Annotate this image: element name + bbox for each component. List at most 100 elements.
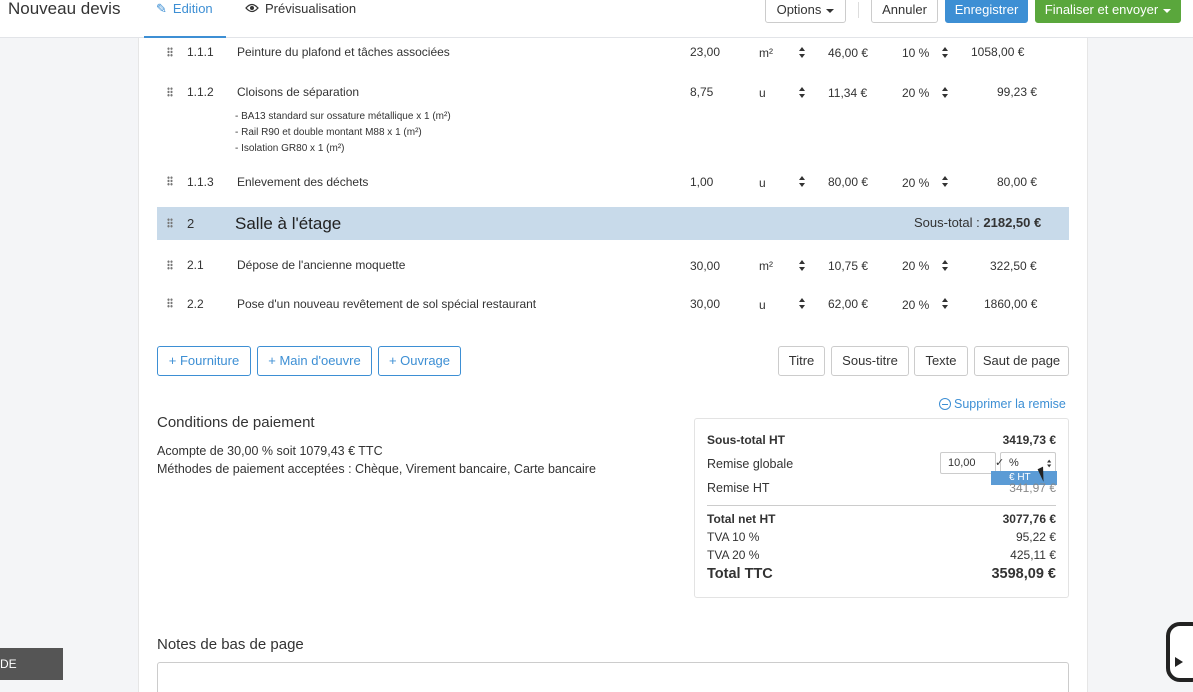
line-quantity[interactable]: 23,00 bbox=[690, 45, 720, 59]
pencil-icon: ✎ bbox=[156, 1, 167, 16]
options-button[interactable]: Options bbox=[765, 0, 846, 23]
line-label[interactable]: Cloisons de séparation bbox=[237, 85, 359, 99]
page-title: Nouveau devis bbox=[8, 0, 121, 18]
drag-handle-icon[interactable] bbox=[167, 298, 173, 308]
select-arrows-icon[interactable] bbox=[942, 87, 949, 98]
line-unit-price[interactable]: 10,75 € bbox=[828, 259, 868, 273]
remove-discount-label: Supprimer la remise bbox=[954, 397, 1066, 411]
tab-edition-label: Edition bbox=[172, 1, 213, 16]
line-label[interactable]: Dépose de l'ancienne moquette bbox=[237, 258, 405, 272]
line-number: 1.1.2 bbox=[187, 85, 214, 99]
line-vat[interactable]: 20 % bbox=[902, 86, 929, 100]
payment-methods: Méthodes de paiement acceptées : Chèque,… bbox=[157, 462, 596, 476]
add-ouvrage-button[interactable]: + Ouvrage bbox=[378, 346, 461, 376]
line-unit[interactable]: m² bbox=[759, 259, 773, 273]
save-button[interactable]: Enregistrer bbox=[945, 0, 1028, 23]
cancel-button[interactable]: Annuler bbox=[871, 0, 938, 23]
vat10-label: TVA 10 % bbox=[707, 530, 760, 544]
select-arrows-icon[interactable] bbox=[799, 176, 806, 187]
minus-circle-icon bbox=[939, 398, 951, 410]
finalize-send-button[interactable]: Finaliser et envoyer bbox=[1035, 0, 1181, 23]
discount-amount-input[interactable]: 10,00 bbox=[940, 452, 996, 474]
line-vat[interactable]: 10 % bbox=[902, 46, 929, 60]
add-subtitle-button[interactable]: Sous-titre bbox=[831, 346, 909, 376]
add-title-button[interactable]: Titre bbox=[778, 346, 825, 376]
payment-deposit: Acompte de 30,00 % soit 1079,43 € TTC bbox=[157, 444, 383, 458]
total-ttc-label: Total TTC bbox=[707, 566, 773, 582]
tab-edition[interactable]: ✎ Edition bbox=[144, 1, 226, 38]
options-label: Options bbox=[776, 2, 822, 17]
line-total: 80,00 € bbox=[997, 175, 1038, 189]
line-vat[interactable]: 20 % bbox=[902, 298, 929, 312]
line-label[interactable]: Peinture du plafond et tâches associées bbox=[237, 45, 450, 59]
select-arrows-icon[interactable] bbox=[799, 47, 806, 58]
line-number: 2.2 bbox=[187, 297, 204, 311]
tab-preview[interactable]: Prévisualisation bbox=[245, 1, 356, 38]
drag-handle-icon[interactable] bbox=[167, 87, 173, 97]
line-detail: - Isolation GR80 x 1 (m²) bbox=[235, 143, 345, 154]
vat20-label: TVA 20 % bbox=[707, 548, 760, 562]
line-unit[interactable]: u bbox=[759, 298, 766, 312]
select-arrows-icon[interactable] bbox=[942, 260, 949, 271]
top-bar: Nouveau devis ✎ Edition Prévisualisation… bbox=[0, 0, 1193, 38]
drag-handle-icon[interactable] bbox=[167, 260, 173, 270]
select-arrows-icon[interactable] bbox=[799, 87, 806, 98]
select-arrows-icon[interactable] bbox=[942, 176, 949, 187]
add-fourniture-button[interactable]: + Fourniture bbox=[157, 346, 251, 376]
payment-conditions-heading: Conditions de paiement bbox=[157, 414, 315, 431]
discount-ht-label: Remise HT bbox=[707, 481, 770, 495]
total-ttc-value: 3598,09 € bbox=[991, 566, 1056, 582]
line-label[interactable]: Enlevement des déchets bbox=[237, 175, 368, 189]
line-total: 1860,00 € bbox=[984, 297, 1038, 311]
footer-notes-heading: Notes de bas de page bbox=[157, 636, 304, 653]
line-total: 1058,00 € bbox=[971, 45, 1025, 59]
divider bbox=[707, 505, 1056, 506]
section-title[interactable]: Salle à l'étage bbox=[235, 214, 341, 234]
section-subtotal-label: Sous-total : bbox=[914, 215, 980, 230]
play-icon[interactable] bbox=[1175, 657, 1183, 667]
line-number: 1.1.3 bbox=[187, 175, 214, 189]
add-main-oeuvre-button[interactable]: + Main d'oeuvre bbox=[257, 346, 372, 376]
drag-handle-icon[interactable] bbox=[167, 47, 173, 57]
line-total: 99,23 € bbox=[997, 85, 1038, 99]
checkmark-icon: ✓ bbox=[995, 457, 1005, 469]
line-number: 1.1.1 bbox=[187, 45, 214, 59]
line-unit-price[interactable]: 80,00 € bbox=[828, 175, 868, 189]
video-player-widget[interactable] bbox=[1166, 622, 1193, 682]
eye-icon bbox=[245, 1, 259, 17]
select-arrows-icon[interactable] bbox=[799, 260, 806, 271]
discount-ht-value: 341,97 € bbox=[1009, 481, 1056, 495]
line-quantity[interactable]: 8,75 bbox=[690, 85, 713, 99]
line-vat[interactable]: 20 % bbox=[902, 176, 929, 190]
vat20-value: 425,11 € bbox=[1010, 548, 1056, 562]
select-arrows-icon[interactable] bbox=[942, 298, 949, 309]
drag-handle-icon[interactable] bbox=[167, 176, 173, 186]
line-unit[interactable]: u bbox=[759, 86, 766, 100]
line-quantity[interactable]: 30,00 bbox=[690, 259, 720, 273]
line-quantity[interactable]: 30,00 bbox=[690, 297, 720, 311]
line-vat[interactable]: 20 % bbox=[902, 259, 929, 273]
drag-handle-icon[interactable] bbox=[167, 218, 173, 228]
add-page-break-button[interactable]: Saut de page bbox=[974, 346, 1069, 376]
discount-unit-value: % bbox=[1009, 457, 1019, 469]
remove-discount-link[interactable]: Supprimer la remise bbox=[939, 396, 1066, 411]
global-discount-label: Remise globale bbox=[707, 457, 794, 471]
line-unit[interactable]: u bbox=[759, 176, 766, 190]
select-arrows-icon[interactable] bbox=[942, 47, 949, 58]
vat10-value: 95,22 € bbox=[1015, 530, 1056, 544]
line-unit-price[interactable]: 62,00 € bbox=[828, 297, 868, 311]
line-label[interactable]: Pose d'un nouveau revêtement de sol spéc… bbox=[237, 297, 536, 311]
line-unit-price[interactable]: 11,34 € bbox=[828, 86, 867, 100]
line-unit-price[interactable]: 46,00 € bbox=[828, 46, 868, 60]
videos-tab[interactable]: DE VIDÉOS bbox=[0, 648, 63, 680]
section-subtotal: Sous-total : 2182,50 € bbox=[914, 215, 1041, 230]
subtotal-ht-value: 3419,73 € bbox=[1002, 433, 1056, 447]
caret-down-icon bbox=[1163, 8, 1172, 13]
footer-notes-input[interactable] bbox=[157, 662, 1069, 692]
add-text-button[interactable]: Texte bbox=[914, 346, 968, 376]
total-net-ht-label: Total net HT bbox=[707, 512, 776, 526]
select-arrows-icon[interactable] bbox=[799, 298, 806, 309]
section-number: 2 bbox=[187, 216, 195, 231]
line-quantity[interactable]: 1,00 bbox=[690, 175, 713, 189]
line-unit[interactable]: m² bbox=[759, 46, 773, 60]
